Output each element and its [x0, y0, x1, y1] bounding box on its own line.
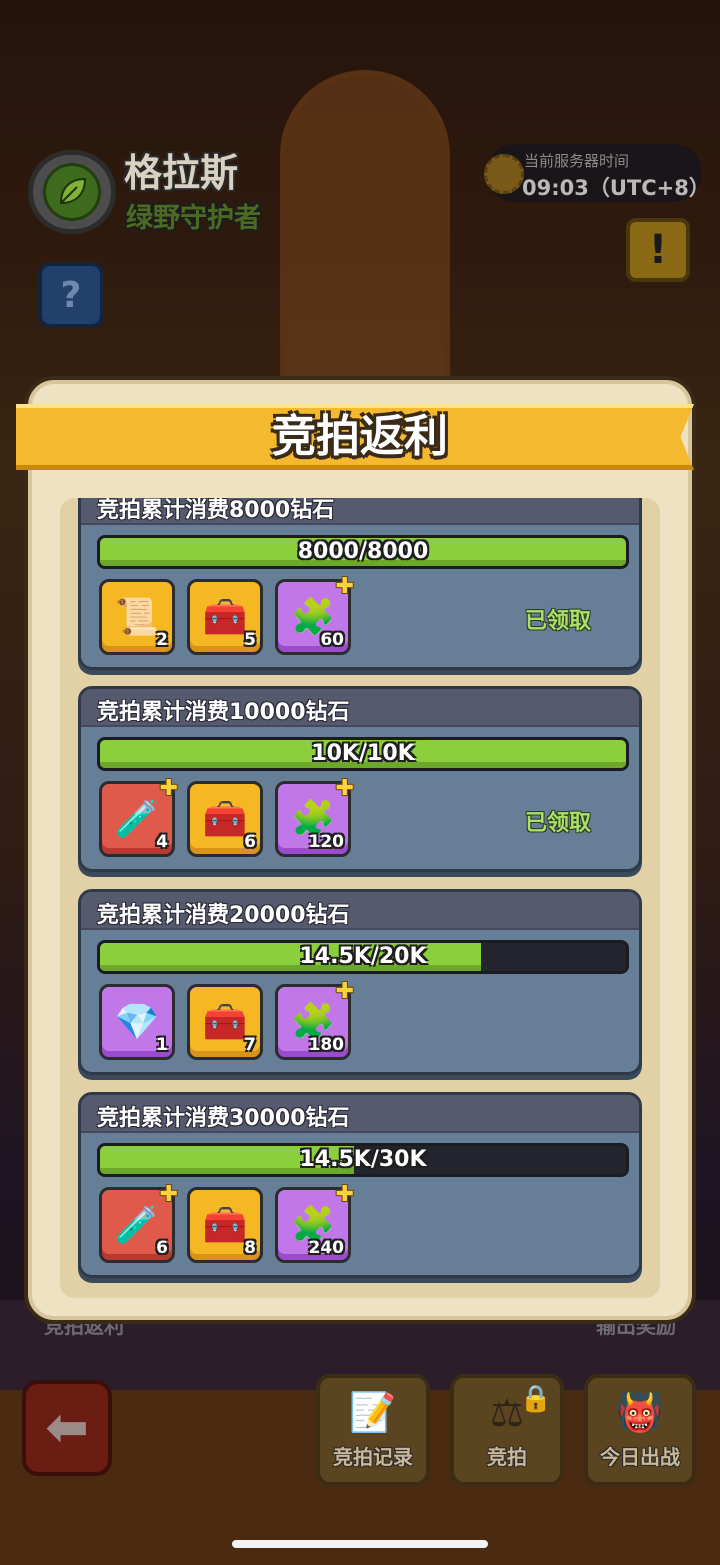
- plus-icon: ✚: [335, 1182, 354, 1207]
- golden-chest-icon: 🧰: [202, 1205, 248, 1246]
- alert-button[interactable]: !: [626, 218, 690, 282]
- rebate-tier-card: 竞拍累计消费8000钻石 8000/8000 📜 2 🧰 5 🧩 ✚ 60 已领取: [78, 498, 642, 670]
- tier-progress-bar: 10K/10K: [97, 737, 629, 771]
- plus-icon: ✚: [159, 776, 178, 801]
- reward-count: 2: [156, 630, 168, 650]
- plus-icon: ✚: [335, 574, 354, 599]
- reward-item[interactable]: 🧪 ✚ 4: [99, 776, 178, 857]
- gem-chest-icon: 💎: [114, 1002, 160, 1043]
- tier-progress-bar: 14.5K/20K: [97, 940, 629, 974]
- golden-chest-icon: 🧰: [202, 597, 248, 638]
- reward-item[interactable]: 🧰 7: [187, 984, 263, 1060]
- reward-count: 60: [320, 630, 344, 650]
- reward-item[interactable]: 🧰 5: [187, 579, 263, 655]
- server-time-label: 当前服务器时间: [524, 152, 630, 170]
- reward-count: 5: [244, 630, 256, 650]
- reward-count: 6: [244, 832, 256, 852]
- tab-auction-record[interactable]: 📝 竞拍记录: [316, 1374, 430, 1486]
- server-time-value: 09:03（UTC+8）: [522, 176, 710, 200]
- reward-count: 4: [156, 832, 168, 852]
- plus-icon: ✚: [335, 776, 354, 801]
- tier-title: 竞拍累计消费10000钻石: [97, 700, 350, 725]
- tier-progress-text: 14.5K/30K: [299, 1147, 427, 1172]
- scroll-icon: 📜: [114, 597, 160, 638]
- tier-title: 竞拍累计消费8000钻石: [97, 498, 335, 523]
- back-button[interactable]: ⬅: [22, 1380, 112, 1476]
- rebate-tier-card: 竞拍累计消费30000钻石 14.5K/30K 🧪 ✚ 6 🧰 8 🧩 ✚ 240: [78, 1092, 642, 1278]
- tab-label: 今日出战: [600, 1445, 680, 1469]
- claimed-status: 已领取: [525, 811, 592, 836]
- tier-progress-text: 8000/8000: [297, 539, 429, 564]
- reward-count: 7: [244, 1035, 256, 1055]
- tier-title: 竞拍累计消费30000钻石: [97, 1106, 350, 1131]
- tier-progress-bar: 14.5K/30K: [97, 1143, 629, 1177]
- reward-item[interactable]: 💎 1: [99, 984, 175, 1060]
- hero-name: 格拉斯: [124, 151, 239, 195]
- tier-rewards: 🧪 ✚ 4 🧰 6 🧩 ✚ 120: [99, 776, 354, 857]
- tab-label: 竞拍: [487, 1445, 527, 1469]
- document-icon: 📝: [349, 1390, 397, 1434]
- reward-item[interactable]: 🧩 ✚ 180: [275, 979, 354, 1060]
- reward-item[interactable]: 🧩 ✚ 120: [275, 776, 354, 857]
- reward-count: 8: [244, 1238, 256, 1258]
- hero-title: 绿野守护者: [126, 203, 261, 234]
- back-arrow-icon: ⬅: [45, 1398, 89, 1458]
- reward-item[interactable]: 📜 2: [99, 579, 175, 655]
- hero-emblem[interactable]: [28, 150, 116, 234]
- golden-chest-icon: 🧰: [202, 1002, 248, 1043]
- plus-icon: ✚: [159, 1182, 178, 1207]
- popup-title: 竞拍返利: [272, 411, 448, 462]
- reward-count: 240: [308, 1238, 345, 1258]
- tab-today-battle[interactable]: 👹 今日出战: [584, 1374, 696, 1486]
- plus-icon: ✚: [335, 979, 354, 1004]
- tier-rewards: 🧪 ✚ 6 🧰 8 🧩 ✚ 240: [99, 1182, 354, 1263]
- tab-label: 竞拍记录: [333, 1445, 413, 1469]
- tier-progress-text: 14.5K/20K: [299, 944, 427, 969]
- tab-auction[interactable]: ⚖ 竞拍 🔒: [450, 1374, 564, 1486]
- reward-count: 1: [156, 1035, 168, 1055]
- reward-count: 6: [156, 1238, 168, 1258]
- claimed-status: 已领取: [525, 609, 592, 634]
- sun-icon: [484, 154, 524, 194]
- background-arch: [280, 70, 450, 400]
- question-icon: ?: [60, 274, 82, 316]
- exclamation-icon: !: [648, 227, 668, 273]
- red-potion-shard-icon: 🧪: [114, 799, 160, 840]
- golden-chest-icon: 🧰: [202, 799, 248, 840]
- reward-item[interactable]: 🧪 ✚ 6: [99, 1182, 178, 1263]
- reward-item[interactable]: 🧰 8: [187, 1187, 263, 1263]
- tier-title: 竞拍累计消费20000钻石: [97, 903, 350, 928]
- lock-icon: 🔒: [519, 1384, 552, 1414]
- reward-item[interactable]: 🧩 ✚ 240: [275, 1182, 354, 1263]
- help-button[interactable]: ?: [38, 262, 104, 328]
- tier-rewards: 📜 2 🧰 5 🧩 ✚ 60: [99, 574, 354, 655]
- rebate-tier-card: 竞拍累计消费10000钻石 10K/10K 🧪 ✚ 4 🧰 6 🧩 ✚ 120 已领取: [78, 686, 642, 872]
- rebate-tier-card: 竞拍累计消费20000钻石 14.5K/20K 💎 1 🧰 7 🧩 ✚ 180: [78, 889, 642, 1075]
- reward-count: 180: [308, 1035, 345, 1055]
- tier-rewards: 💎 1 🧰 7 🧩 ✚ 180: [99, 979, 354, 1060]
- reward-count: 120: [308, 832, 345, 852]
- reward-item[interactable]: 🧰 6: [187, 781, 263, 857]
- tier-progress-bar: 8000/8000: [97, 535, 629, 569]
- red-potion-shard-icon: 🧪: [114, 1205, 160, 1246]
- tier-progress-text: 10K/10K: [311, 741, 415, 766]
- reward-item[interactable]: 🧩 ✚ 60: [275, 574, 354, 655]
- monster-head-icon: 👹: [616, 1390, 664, 1434]
- rebate-tier-list[interactable]: 竞拍累计消费8000钻石 8000/8000 📜 2 🧰 5 🧩 ✚ 60 已领取 竞拍累计消费10…: [0, 498, 720, 1288]
- home-indicator[interactable]: [232, 1540, 488, 1548]
- leaf-icon: [43, 163, 101, 221]
